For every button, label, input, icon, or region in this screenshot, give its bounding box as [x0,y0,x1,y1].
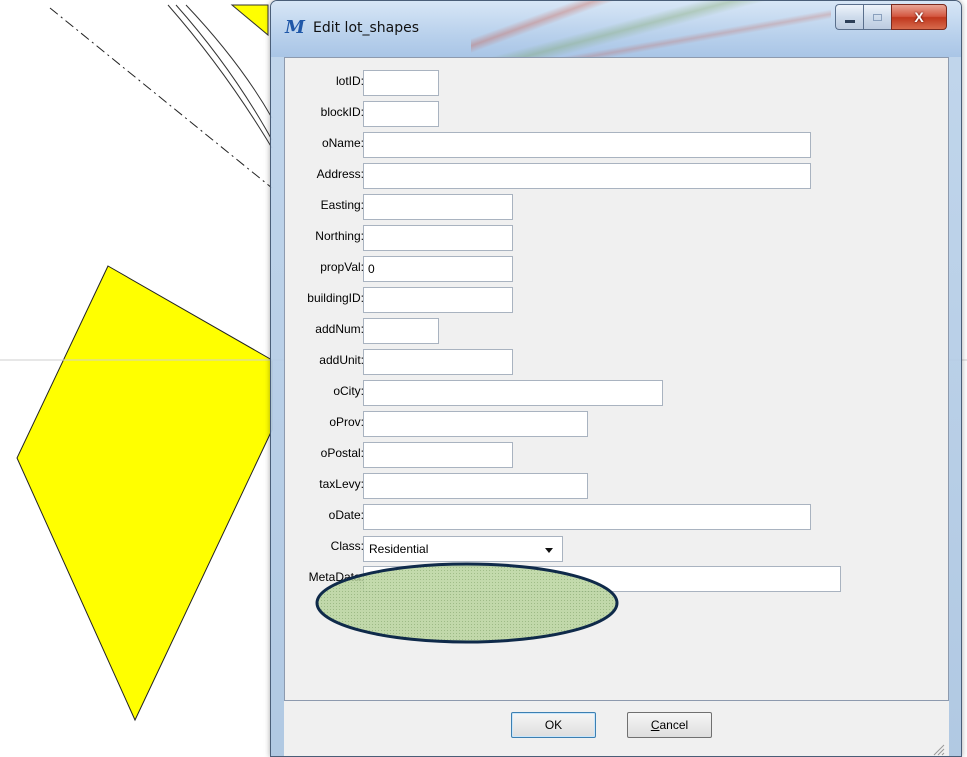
ok-label: OK [544,718,563,732]
form-row-taxlevy: taxLevy: [285,473,945,499]
label-box: addUnit: [285,349,364,375]
ocity-label: oCity: [333,384,364,398]
northing-field[interactable] [363,225,513,251]
taxlevy-label: taxLevy: [319,477,364,491]
form-row-oname: oName: [285,132,945,158]
ok-button[interactable]: OK [511,712,596,738]
form-row-northing: Northing: [285,225,945,251]
maximize-button[interactable] [863,4,891,30]
button-bar: OK Cancel [284,701,949,756]
form-row-lotid: lotID: [285,70,945,96]
class-highlight-ellipse [315,562,619,644]
lotid-label: lotID: [335,74,364,88]
cancel-button[interactable]: Cancel [627,712,712,738]
form-row-propval: propVal: [285,256,945,282]
propval-label: propVal: [320,260,364,274]
form-row-addunit: addUnit: [285,349,945,375]
addunit-label: addUnit: [319,353,364,367]
blockid-label: blockID: [320,105,364,119]
title-bar[interactable]: M Edit lot_shapes X [271,1,961,57]
form-row-easting: Easting: [285,194,945,220]
addnum-field[interactable] [363,318,439,344]
odate-field[interactable] [363,504,811,530]
resize-grip-icon[interactable] [931,742,945,756]
opostal-label: oPostal: [320,446,364,460]
road-edge [167,4,273,149]
minimize-button[interactable] [835,4,863,30]
selected-lot-shape[interactable] [16,265,273,722]
odate-label: oDate: [328,508,364,522]
propval-field[interactable] [363,256,513,282]
oname-field[interactable] [363,132,811,158]
oprov-label: oProv: [329,415,364,429]
label-box: oPostal: [285,442,364,468]
address-field[interactable] [363,163,811,189]
form-area: lotID: blockID: oName: Address: Easting: Nort… [284,57,949,701]
form-row-address: Address: [285,163,945,189]
form-row-oprov: oProv: [285,411,945,437]
blockid-field[interactable] [363,101,439,127]
label-box: oName: [285,132,364,158]
caption-buttons: X [835,4,947,30]
easting-field[interactable] [363,194,513,220]
taxlevy-field[interactable] [363,473,588,499]
addunit-field[interactable] [363,349,513,375]
label-box: blockID: [285,101,364,127]
maximize-icon [873,13,882,21]
form-row-opostal: oPostal: [285,442,945,468]
label-box: Address: [285,163,364,189]
lotid-field[interactable] [363,70,439,96]
edit-lot-shapes-dialog: M Edit lot_shapes X lotID: blockID: oName:… [270,0,962,757]
boundary-line [49,7,273,189]
form-row-ocity: oCity: [285,380,945,406]
addnum-label: addNum: [315,322,364,336]
label-box: addNum: [285,318,364,344]
minimize-icon [844,19,855,23]
label-box: buildingID: [285,287,364,313]
cancel-label: Cancel [650,718,689,732]
close-button[interactable]: X [891,4,947,30]
label-box: oDate: [285,504,364,530]
window-title: Edit lot_shapes [313,20,420,36]
label-box: Class: [285,535,364,561]
opostal-field[interactable] [363,442,513,468]
close-icon: X [914,9,924,25]
label-box: taxLevy: [285,473,364,499]
form-row-buildingid: buildingID: [285,287,945,313]
class-selected-value: Residential [369,542,429,556]
oprov-field[interactable] [363,411,588,437]
form-row-blockid: blockID: [285,101,945,127]
label-box: oCity: [285,380,364,406]
buildingid-label: buildingID: [307,291,364,305]
address-label: Address: [316,167,364,181]
form-row-odate: oDate: [285,504,945,530]
label-box: oProv: [285,411,364,437]
form-row-addnum: addNum: [285,318,945,344]
northing-label: Northing: [315,229,364,243]
label-box: propVal: [285,256,364,282]
oname-label: oName: [321,136,364,150]
ocity-field[interactable] [363,380,663,406]
label-box: Easting: [285,194,364,220]
chevron-down-icon [545,548,553,553]
class-label: Class: [330,539,364,553]
label-box: Northing: [285,225,364,251]
buildingid-field[interactable] [363,287,513,313]
easting-label: Easting: [320,198,364,212]
label-box: lotID: [285,70,364,96]
adjacent-lot-shape[interactable] [230,4,269,37]
class-dropdown[interactable]: Residential [363,536,563,562]
app-logo-icon: M [285,17,305,38]
